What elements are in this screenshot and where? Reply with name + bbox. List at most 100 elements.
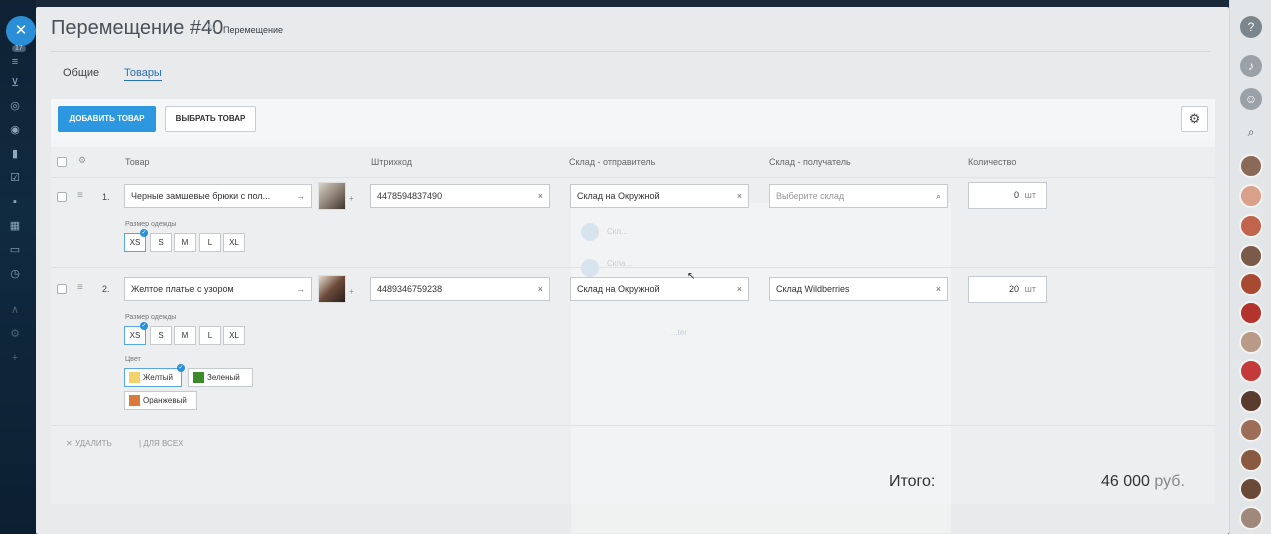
avatar[interactable] bbox=[1239, 184, 1263, 208]
size-option-xl[interactable]: XL bbox=[223, 233, 245, 252]
dollar-icon[interactable]: ◉ bbox=[9, 124, 21, 136]
column-header-quantity: Количество bbox=[968, 157, 1017, 167]
drag-handle-icon[interactable]: ≡ bbox=[77, 282, 83, 293]
product-thumbnail[interactable] bbox=[318, 275, 346, 303]
edit-pencil-icon[interactable]: ✎ bbox=[207, 23, 215, 34]
arrow-right-icon[interactable]: → bbox=[296, 185, 305, 207]
select-all-checkbox[interactable] bbox=[57, 157, 67, 167]
size-option-xl[interactable]: XL bbox=[223, 326, 245, 345]
clear-icon[interactable]: × bbox=[538, 278, 543, 300]
total-currency: руб. bbox=[1154, 473, 1185, 490]
add-product-button[interactable]: ДОБАВИТЬ ТОВАР bbox=[58, 106, 156, 132]
for-all-link[interactable]: | ДЛЯ ВСЕХ bbox=[139, 439, 184, 448]
avatar[interactable] bbox=[1239, 244, 1263, 268]
clear-icon[interactable]: × bbox=[936, 278, 941, 300]
add-photo-icon[interactable]: + bbox=[349, 194, 354, 203]
avatar[interactable] bbox=[1239, 214, 1263, 238]
yellow-swatch bbox=[129, 372, 140, 383]
avatar[interactable] bbox=[1239, 477, 1263, 501]
avatar[interactable] bbox=[1239, 330, 1263, 354]
notification-badge: 17 bbox=[12, 45, 26, 52]
products-table: ⚙ Товар Штрихкод Склад - отправитель Скл… bbox=[51, 147, 1215, 533]
search-icon[interactable]: ⌕ bbox=[1240, 121, 1262, 143]
tab-products[interactable]: Товары bbox=[124, 67, 162, 81]
product-name: Черные замшевые брюки с пол... bbox=[131, 191, 271, 201]
sender-warehouse-value: Склад на Окружной bbox=[577, 284, 660, 294]
add-photo-icon[interactable]: + bbox=[349, 287, 354, 296]
chart-icon[interactable]: ▮ bbox=[9, 148, 21, 160]
avatar[interactable] bbox=[1239, 389, 1263, 413]
avatar[interactable] bbox=[1239, 418, 1263, 442]
filter-icon[interactable]: ≡ bbox=[9, 56, 21, 68]
select-product-button[interactable]: ВЫБРАТЬ ТОВАР bbox=[165, 106, 256, 132]
target-icon[interactable]: ◎ bbox=[9, 100, 21, 112]
for-all-label: ДЛЯ ВСЕХ bbox=[143, 439, 184, 448]
size-option-l[interactable]: L bbox=[199, 233, 221, 252]
barcode-field[interactable]: 4478594837490 × bbox=[370, 184, 550, 208]
size-option-s[interactable]: S bbox=[150, 233, 172, 252]
receiver-warehouse-search[interactable]: Выберите склад ⌕ bbox=[769, 184, 948, 208]
arrow-icon[interactable]: ∧ bbox=[9, 304, 21, 316]
column-settings-icon[interactable]: ⚙ bbox=[78, 155, 86, 166]
quantity-field[interactable]: 20 шт bbox=[968, 276, 1047, 303]
size-option-s[interactable]: S bbox=[150, 326, 172, 345]
help-icon[interactable]: ? bbox=[1240, 16, 1262, 38]
avatar[interactable] bbox=[1239, 272, 1263, 296]
green-swatch bbox=[193, 372, 204, 383]
row-checkbox[interactable] bbox=[57, 284, 67, 294]
right-sidebar: ? ♪ ☺ ⌕ bbox=[1229, 0, 1271, 534]
avatar[interactable] bbox=[1239, 154, 1263, 178]
window-icon[interactable]: ▭ bbox=[9, 244, 21, 256]
tab-general[interactable]: Общие bbox=[63, 67, 99, 79]
cart-icon[interactable]: ⊻ bbox=[9, 77, 21, 89]
box-icon[interactable]: ▪ bbox=[9, 196, 21, 208]
column-header-sender: Склад - отправитель bbox=[569, 157, 656, 167]
clock-icon[interactable]: ◷ bbox=[9, 268, 21, 280]
plus-icon[interactable]: + bbox=[9, 352, 21, 364]
barcode-value: 4489346759238 bbox=[377, 284, 443, 294]
search-icon[interactable]: ⌕ bbox=[936, 185, 941, 207]
clear-icon[interactable]: × bbox=[737, 185, 742, 207]
product-field[interactable]: Желтое платье с узором → bbox=[124, 277, 312, 301]
gear-icon[interactable]: ⚙ bbox=[1181, 106, 1208, 132]
clear-icon[interactable]: × bbox=[737, 278, 742, 300]
total-amount: 46 000 bbox=[1101, 473, 1150, 490]
product-thumbnail[interactable] bbox=[318, 182, 346, 210]
sender-warehouse-field[interactable]: Склад на Окружной × bbox=[570, 184, 749, 208]
main-content: Перемещение #40 ✎ Перемещение Общие Това… bbox=[36, 7, 1229, 534]
drag-handle-icon[interactable]: ≡ bbox=[77, 190, 83, 201]
color-option-green[interactable]: Зеленый bbox=[188, 368, 253, 387]
delete-link[interactable]: ✕ УДАЛИТЬ bbox=[66, 439, 112, 448]
clear-icon[interactable]: × bbox=[538, 185, 543, 207]
close-icon[interactable]: ✕ bbox=[6, 16, 36, 46]
size-label: Размер одежды bbox=[125, 314, 177, 321]
arrow-right-icon[interactable]: → bbox=[296, 278, 305, 300]
page-title: Перемещение #40 bbox=[51, 17, 224, 39]
sender-warehouse-field[interactable]: Склад на Окружной × bbox=[570, 277, 749, 301]
avatar[interactable] bbox=[1239, 448, 1263, 472]
color-option-orange[interactable]: Оранжевый bbox=[124, 391, 197, 410]
calendar-icon[interactable]: ▦ bbox=[9, 220, 21, 232]
quantity-field[interactable]: 0 шт bbox=[968, 182, 1047, 209]
bell-icon[interactable]: ♪ bbox=[1240, 55, 1262, 77]
settings-icon[interactable]: ⚙ bbox=[9, 328, 21, 340]
row-divider bbox=[51, 425, 1215, 426]
barcode-field[interactable]: 4489346759238 × bbox=[370, 277, 550, 301]
product-name: Желтое платье с узором bbox=[131, 284, 234, 294]
size-option-l[interactable]: L bbox=[199, 326, 221, 345]
product-field[interactable]: Черные замшевые брюки с пол... → bbox=[124, 184, 312, 208]
row-checkbox[interactable] bbox=[57, 192, 67, 202]
row-number: 2. bbox=[102, 284, 110, 294]
avatar[interactable] bbox=[1239, 301, 1263, 325]
receiver-warehouse-field[interactable]: Склад Wildberries × bbox=[769, 277, 948, 301]
avatar[interactable] bbox=[1239, 359, 1263, 383]
sender-warehouse-value: Склад на Окружной bbox=[577, 191, 660, 201]
delete-label: УДАЛИТЬ bbox=[74, 439, 112, 448]
color-option-yellow[interactable]: Желтый bbox=[124, 368, 182, 387]
size-option-m[interactable]: M bbox=[174, 326, 196, 345]
task-icon[interactable]: ☑ bbox=[9, 172, 21, 184]
size-option-m[interactable]: M bbox=[174, 233, 196, 252]
column-header-barcode: Штрихкод bbox=[371, 157, 413, 167]
chat-icon[interactable]: ☺ bbox=[1240, 88, 1262, 110]
avatar[interactable] bbox=[1239, 506, 1263, 530]
